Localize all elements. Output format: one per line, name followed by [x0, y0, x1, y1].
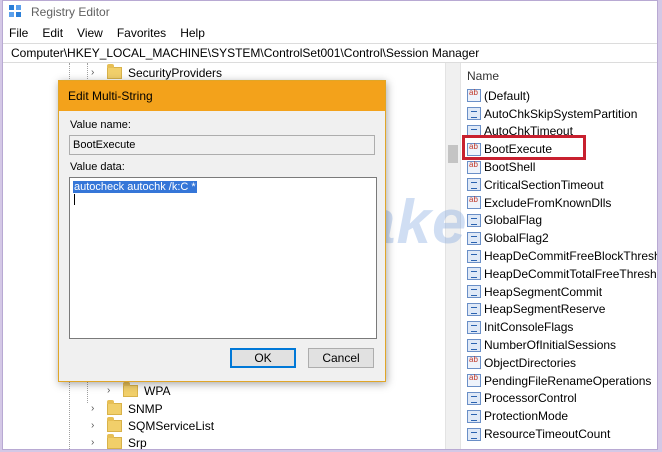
- binary-value-icon: [467, 178, 481, 192]
- value-row[interactable]: ProcessorControl: [467, 390, 657, 408]
- value-row[interactable]: ResourceTimeoutCount: [467, 425, 657, 443]
- chevron-right-icon[interactable]: ›: [91, 421, 101, 431]
- chevron-right-icon[interactable]: ›: [107, 386, 117, 396]
- edit-multi-string-dialog: Edit Multi-String Value name: BootExecut…: [58, 80, 386, 382]
- window-title: Registry Editor: [31, 5, 110, 19]
- binary-value-icon: [467, 285, 481, 299]
- value-row[interactable]: (Default): [467, 87, 657, 105]
- value-name-label: CriticalSectionTimeout: [484, 177, 604, 192]
- value-row[interactable]: HeapDeCommitTotalFreeThreshold: [467, 265, 658, 283]
- value-data-textarea[interactable]: autocheck autochk /k:C *: [69, 177, 377, 339]
- folder-icon: [107, 434, 122, 449]
- value-row[interactable]: AutoChkSkipSystemPartition: [467, 105, 657, 123]
- column-header-name[interactable]: Name: [467, 69, 499, 83]
- chevron-right-icon[interactable]: ›: [91, 404, 101, 414]
- value-name-label: ResourceTimeoutCount: [484, 427, 611, 442]
- value-row[interactable]: BootShell: [467, 158, 657, 176]
- menu-bar: File Edit View Favorites Help: [3, 23, 657, 43]
- tree-node-label: Srp: [128, 436, 147, 450]
- value-name-label: ExcludeFromKnownDlls: [484, 195, 612, 210]
- value-name-label: ProtectionMode: [484, 409, 569, 424]
- menu-edit[interactable]: Edit: [42, 26, 63, 40]
- folder-icon: [107, 400, 122, 415]
- string-value-icon: [467, 373, 481, 388]
- binary-value-icon: [467, 427, 481, 441]
- string-value-icon: [467, 355, 481, 370]
- vertical-scrollbar[interactable]: [445, 63, 461, 449]
- tree-node-sqmservicelist[interactable]: › SQMServiceList: [91, 417, 214, 435]
- dialog-title: Edit Multi-String: [59, 81, 385, 111]
- value-name-label: HeapSegmentReserve: [484, 302, 606, 317]
- binary-value-icon: [467, 213, 481, 227]
- value-name-label: BootShell: [484, 160, 536, 175]
- text-caret: [74, 194, 75, 205]
- binary-value-icon: [467, 391, 481, 405]
- value-name-label: InitConsoleFlags: [484, 320, 574, 335]
- chevron-right-icon[interactable]: ›: [91, 68, 101, 78]
- value-row[interactable]: GlobalFlag: [467, 212, 657, 230]
- value-row[interactable]: CriticalSectionTimeout: [467, 176, 657, 194]
- menu-favorites[interactable]: Favorites: [117, 26, 166, 40]
- string-value-icon: [467, 88, 481, 103]
- folder-icon: [107, 417, 122, 432]
- binary-value-icon: [467, 249, 481, 263]
- chevron-right-icon[interactable]: ›: [91, 438, 101, 448]
- binary-value-icon: [467, 107, 481, 121]
- value-row[interactable]: GlobalFlag2: [467, 229, 657, 247]
- title-bar: Registry Editor: [3, 1, 657, 23]
- binary-value-icon: [467, 267, 481, 281]
- menu-help[interactable]: Help: [180, 26, 205, 40]
- value-row[interactable]: InitConsoleFlags: [467, 318, 657, 336]
- value-row[interactable]: HeapDeCommitFreeBlockThreshold: [467, 247, 658, 265]
- menu-file[interactable]: File: [9, 26, 28, 40]
- cancel-button[interactable]: Cancel: [308, 348, 374, 368]
- value-row[interactable]: HeapSegmentReserve: [467, 301, 657, 319]
- value-name-label: ProcessorControl: [484, 391, 577, 406]
- value-data-label: Value data:: [70, 161, 125, 173]
- binary-value-icon: [467, 320, 481, 334]
- scrollbar-thumb[interactable]: [448, 145, 458, 163]
- value-name-field: BootExecute: [69, 135, 375, 155]
- tree-node-wpa[interactable]: › WPA: [107, 382, 170, 400]
- menu-view[interactable]: View: [77, 26, 103, 40]
- value-name-label: ObjectDirectories: [484, 355, 577, 370]
- tree-node-label: SQMServiceList: [128, 419, 215, 433]
- value-name-label: HeapDeCommitFreeBlockThreshold: [484, 249, 658, 264]
- ok-button[interactable]: OK: [230, 348, 296, 368]
- binary-value-icon: [467, 338, 481, 352]
- registry-editor-icon: [9, 5, 23, 19]
- value-name-label: Value name:: [70, 119, 131, 131]
- value-name-label: AutoChkSkipSystemPartition: [484, 106, 638, 121]
- value-name-label: HeapDeCommitTotalFreeThreshold: [484, 266, 658, 281]
- value-row[interactable]: NumberOfInitialSessions: [467, 336, 657, 354]
- value-data-text: autocheck autochk /k:C *: [73, 181, 197, 193]
- highlight-box: [462, 135, 586, 160]
- folder-icon: [123, 382, 138, 397]
- binary-value-icon: [467, 231, 481, 245]
- string-value-icon: [467, 160, 481, 174]
- binary-value-icon: [467, 409, 481, 423]
- value-row[interactable]: HeapSegmentCommit: [467, 283, 657, 301]
- value-name-label: GlobalFlag: [484, 213, 543, 228]
- value-row[interactable]: ProtectionMode: [467, 407, 657, 425]
- value-name-label: (Default): [484, 88, 531, 103]
- address-bar[interactable]: Computer\HKEY_LOCAL_MACHINE\SYSTEM\Contr…: [3, 43, 657, 63]
- folder-icon: [107, 64, 122, 79]
- value-row[interactable]: ObjectDirectories: [467, 354, 657, 372]
- tree-node-snmp[interactable]: › SNMP: [91, 400, 163, 418]
- string-value-icon: [467, 195, 481, 210]
- tree-node-srp[interactable]: › Srp: [91, 434, 147, 450]
- binary-value-icon: [467, 302, 481, 316]
- value-name-label: NumberOfInitialSessions: [484, 338, 617, 353]
- value-name-label: PendingFileRenameOperations: [484, 373, 652, 388]
- tree-node-label: WPA: [144, 384, 171, 398]
- value-row[interactable]: PendingFileRenameOperations: [467, 372, 657, 390]
- tree-node-label: SNMP: [128, 402, 163, 416]
- value-row[interactable]: ExcludeFromKnownDlls: [467, 194, 657, 212]
- registry-editor-window: Registry Editor File Edit View Favorites…: [2, 0, 658, 450]
- value-name-label: HeapSegmentCommit: [484, 284, 603, 299]
- value-name-label: GlobalFlag2: [484, 231, 549, 246]
- tree-node-label: SecurityProviders: [128, 66, 223, 80]
- values-pane: Name (Default) AutoChkSkipSystemPartition…: [461, 63, 658, 449]
